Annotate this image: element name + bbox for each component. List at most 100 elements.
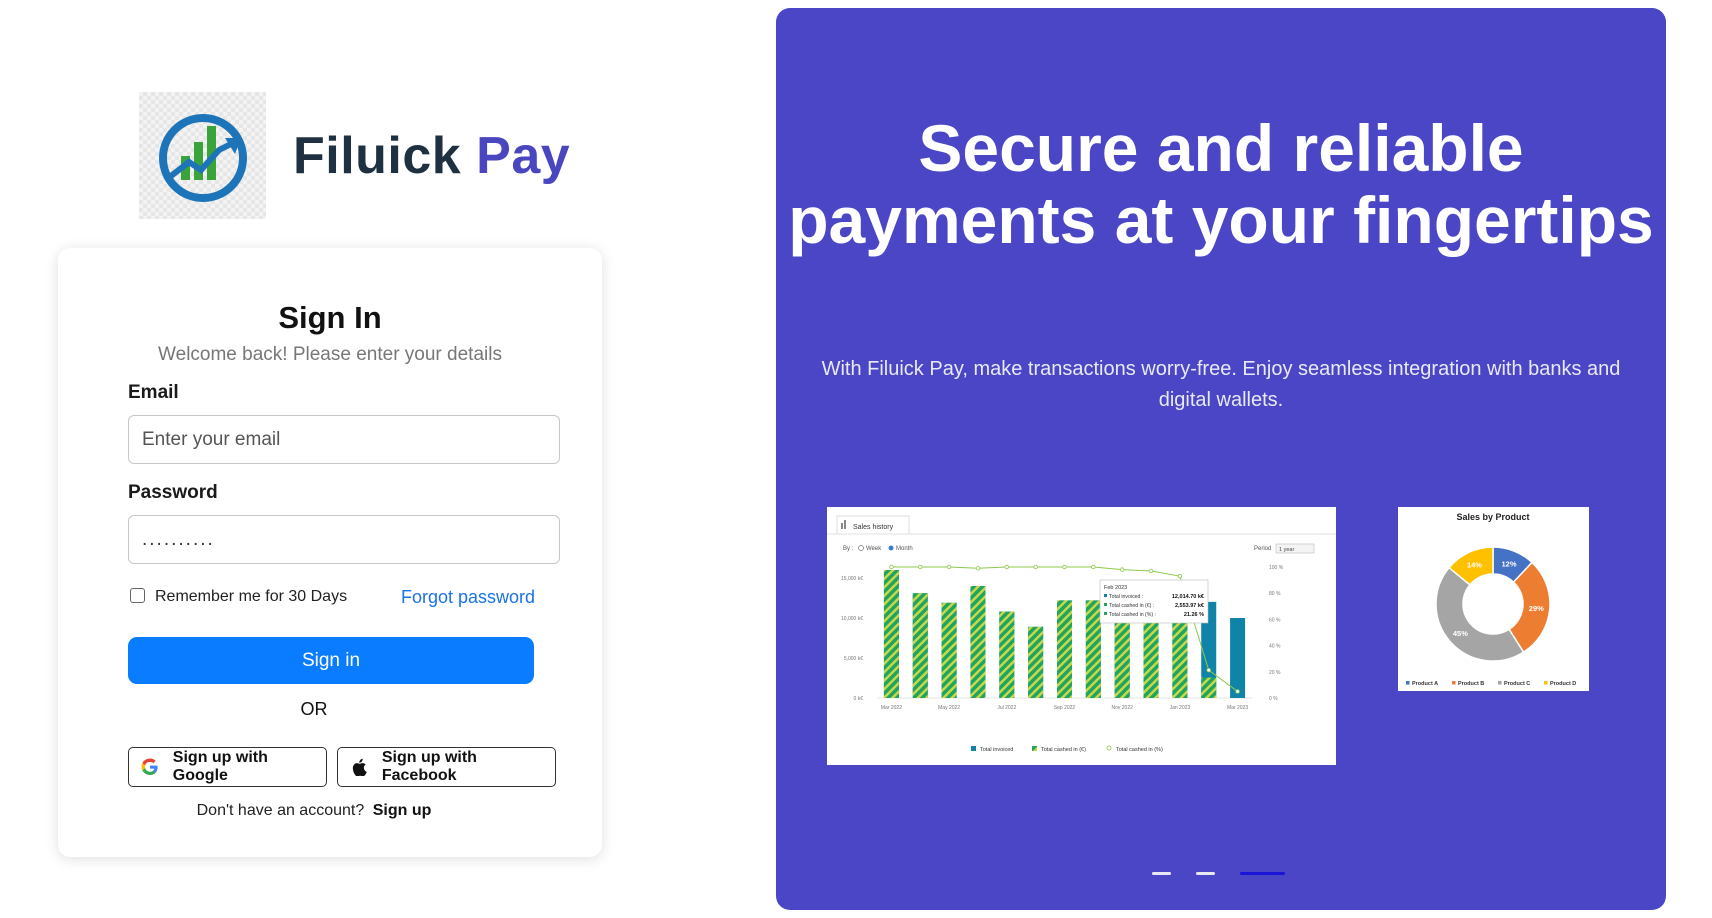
point-cashed-percent	[1206, 667, 1211, 673]
x-tick: Nov 2022	[1111, 705, 1133, 711]
sign-in-title: Sign In	[278, 300, 382, 335]
facebook-signup-button[interactable]: Sign up with Facebook	[337, 747, 556, 787]
sign-in-card: Sign In Welcome back! Please enter your …	[58, 248, 602, 857]
point-cashed-percent	[1148, 568, 1154, 574]
y-left-tick: 10,000 k€	[841, 616, 863, 622]
x-tick: Jan 2023	[1170, 705, 1191, 711]
tooltip-row-label: Total cashed in (€) :	[1109, 603, 1154, 609]
tooltip-row-value: 21.26 %	[1184, 612, 1204, 618]
sales-by-product-image: Sales by Product 12% 29% 45% 14% Product A Pr…	[1398, 507, 1589, 691]
password-input[interactable]	[128, 515, 560, 564]
point-cashed-percent	[1004, 564, 1010, 570]
promo-description: With Filuick Pay, make transactions worr…	[821, 358, 1621, 411]
apple-icon	[348, 756, 370, 778]
sign-in-subtitle: Welcome back! Please enter your details	[158, 344, 502, 365]
point-cashed-percent	[918, 564, 923, 570]
carousel-dot[interactable]	[1240, 872, 1285, 875]
brand-header: Filuick Pay	[139, 92, 570, 219]
bar-total-cashed	[999, 611, 1015, 698]
point-cashed-percent	[1177, 573, 1183, 579]
legend-label: Total invoiced	[980, 747, 1013, 753]
y-right-tick: 80 %	[1269, 591, 1281, 597]
y-left-tick: 15,000 k€	[841, 576, 863, 582]
pie-slice-label: 29%	[1529, 604, 1544, 613]
password-label: Password	[128, 482, 218, 503]
sign-up-link[interactable]: Sign up	[373, 802, 432, 819]
sales-history-tab-label: Sales history	[853, 524, 894, 531]
pie-legend-label: Product D	[1550, 681, 1576, 687]
carousel-dot[interactable]	[1196, 872, 1215, 875]
tooltip-swatch	[1104, 594, 1107, 597]
tooltip-swatch	[1104, 603, 1107, 606]
google-icon	[139, 756, 161, 778]
pie-slice-label: 12%	[1502, 560, 1517, 569]
no-account-text: Don't have an account?	[196, 802, 365, 819]
y-right-tick: 0 %	[1269, 696, 1278, 702]
growth-chart-logo-icon	[139, 92, 266, 219]
legend-label: Total cashed in (%)	[1116, 747, 1163, 753]
google-signup-label: Sign up with Google	[172, 749, 268, 784]
x-tick: Sep 2022	[1054, 705, 1076, 711]
google-signup-button[interactable]: Sign up with Google	[128, 747, 327, 787]
x-tick: Mar 2022	[881, 705, 902, 711]
legend-swatch	[971, 746, 976, 751]
signup-prompt: Don't have an account? Sign up	[58, 802, 570, 820]
pie-slice-label: 14%	[1467, 561, 1482, 570]
pie-slice-label: 45%	[1453, 629, 1468, 638]
email-label: Email	[128, 382, 179, 403]
bar-total-cashed	[912, 593, 928, 698]
point-cashed-percent	[1091, 564, 1096, 570]
pie-legend-swatch	[1406, 681, 1410, 685]
remember-label: Remember me for 30 Days	[155, 588, 348, 605]
y-left-tick: 5,000 k€	[844, 656, 863, 662]
carousel-dot[interactable]	[1152, 872, 1171, 875]
sign-in-button[interactable]: Sign in	[128, 637, 534, 684]
pie-legend-swatch	[1544, 681, 1548, 685]
bar-total-invoiced	[1230, 618, 1246, 698]
tooltip-row-label: Total invoiced :	[1109, 594, 1143, 600]
brand-name-part2: Pay	[476, 126, 571, 185]
pie-legend-swatch	[1452, 681, 1456, 685]
y-right-tick: 100 %	[1269, 565, 1284, 571]
pie-legend-label: Product C	[1504, 681, 1530, 687]
tooltip-row-value: 2,553.97 k€	[1175, 603, 1204, 609]
y-right-tick: 60 %	[1269, 617, 1281, 623]
forgot-password-link[interactable]: Forgot password	[401, 587, 535, 608]
facebook-signup-label: Sign up with Facebook	[381, 749, 477, 784]
bar-total-cashed	[1201, 677, 1217, 698]
y-right-tick: 20 %	[1269, 670, 1281, 676]
sales-history-image: Sales history By : Week Month Period 1 y…	[827, 507, 1336, 765]
point-cashed-percent	[1062, 564, 1067, 570]
point-cashed-percent	[889, 564, 894, 570]
bar-total-cashed	[1057, 600, 1072, 698]
bar-total-cashed	[970, 586, 986, 698]
legend-label: Total cashed in (€)	[1041, 747, 1086, 753]
y-left-tick: 0 k€	[854, 696, 864, 702]
bar-total-cashed	[883, 570, 899, 698]
month-option: Month	[896, 546, 913, 552]
tooltip-row-label: Total cashed in (%) :	[1109, 612, 1156, 618]
brand-name-part1: Filuick	[293, 126, 462, 185]
x-tick: May 2022	[938, 705, 960, 711]
promo-panel: Secure and reliable payments at your fin…	[776, 8, 1666, 910]
tooltip-swatch	[1104, 612, 1107, 615]
period-label: Period	[1254, 546, 1271, 552]
bar-total-cashed	[1028, 626, 1044, 698]
point-cashed-percent	[946, 564, 952, 570]
legend-swatch	[1032, 746, 1037, 751]
bar-total-cashed	[941, 602, 957, 698]
pie-title: Sales by Product	[1456, 512, 1529, 522]
period-select: 1 year	[1279, 547, 1294, 553]
x-tick: Mar 2023	[1227, 705, 1248, 711]
email-input[interactable]	[128, 415, 560, 464]
x-tick: Jul 2022	[997, 705, 1016, 711]
point-cashed-percent	[975, 566, 981, 571]
bar-total-cashed	[1085, 600, 1101, 698]
point-cashed-percent	[1033, 564, 1038, 570]
y-right-tick: 40 %	[1269, 644, 1281, 650]
remember-me[interactable]: Remember me for 30 Days	[130, 587, 348, 606]
brand-name: Filuick Pay	[293, 126, 570, 186]
remember-checkbox[interactable]	[130, 587, 145, 603]
point-cashed-percent	[1119, 567, 1125, 572]
pie-legend-swatch	[1498, 681, 1502, 685]
